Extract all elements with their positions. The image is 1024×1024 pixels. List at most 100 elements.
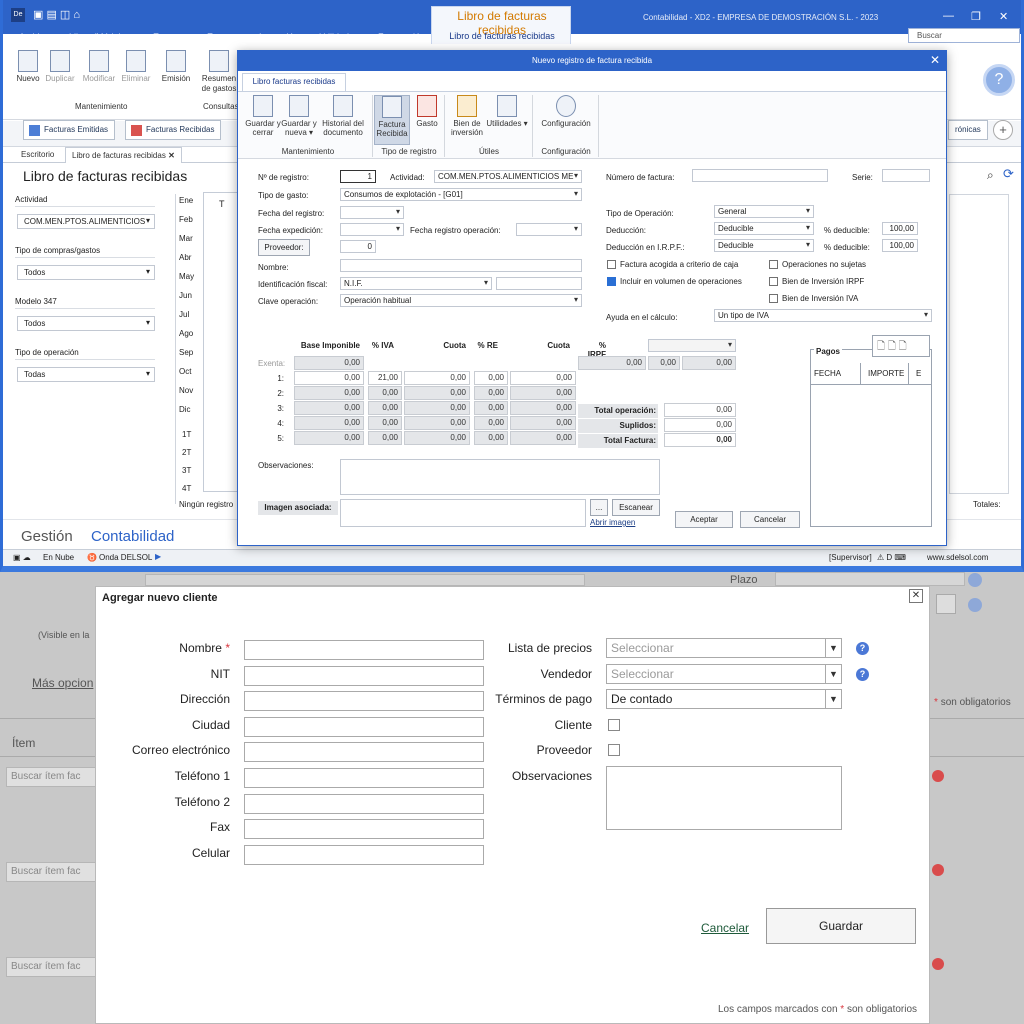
tax-cell[interactable]: 0,00	[368, 416, 402, 430]
month-item[interactable]: Feb	[179, 215, 193, 224]
eliminar-button[interactable]: Eliminar	[121, 50, 151, 84]
client-field-input[interactable]	[244, 640, 484, 660]
facturas-emitidas-button[interactable]: Facturas Emitidas	[23, 120, 116, 140]
menu-libros[interactable]: Libros/Módulos	[69, 32, 130, 42]
clave-select[interactable]: Operación habitual	[340, 294, 582, 307]
tax-cell[interactable]: 0,00	[404, 401, 470, 415]
fecha-reg-op-input[interactable]	[516, 223, 582, 236]
deduccion-irpf-select[interactable]: Deducible	[714, 239, 814, 252]
month-item[interactable]: Jul	[179, 310, 189, 319]
gasto-button[interactable]: Gasto	[412, 95, 442, 128]
nombre-input[interactable]	[340, 259, 582, 272]
tax-cell[interactable]: 0,00	[510, 401, 576, 415]
tax-cell[interactable]: 0,00	[368, 401, 402, 415]
quarter-item[interactable]: 4T	[182, 484, 191, 493]
tax-cell[interactable]: 0,00	[510, 371, 576, 385]
menu-facturacion[interactable]: Facturación	[378, 32, 425, 42]
help-icon[interactable]: ?	[983, 64, 1015, 96]
minimize-icon[interactable]: —	[943, 10, 954, 22]
menu-entorno[interactable]: Entorno	[207, 32, 239, 42]
module-contabilidad[interactable]: Contabilidad	[91, 528, 174, 545]
tax-cell[interactable]: 0,00	[294, 386, 364, 400]
tax-cell[interactable]: 0,00	[510, 416, 576, 430]
tax-cell[interactable]: 0,00	[474, 416, 508, 430]
observaciones-textarea[interactable]	[606, 766, 842, 830]
quarter-item[interactable]: 3T	[182, 466, 191, 475]
client-field-input[interactable]	[244, 793, 484, 814]
imagen-field[interactable]	[340, 499, 586, 527]
client-field-input[interactable]	[244, 742, 484, 763]
filter-actividad-select[interactable]: COM.MEN.PTOS.ALIMENTICIOS	[17, 214, 155, 229]
volumen-operaciones-checkbox[interactable]	[607, 277, 616, 286]
modal-tab[interactable]: Libro facturas recibidas	[242, 73, 346, 91]
fecha-registro-input[interactable]	[340, 206, 404, 219]
close-tab-icon[interactable]: ✕	[168, 151, 175, 160]
quarter-item[interactable]: 2T	[182, 448, 191, 457]
add-doc-icon[interactable]: 🗋	[877, 341, 885, 352]
month-item[interactable]: May	[179, 272, 194, 281]
electronicas-button[interactable]: rónicas	[948, 120, 988, 140]
irpf-base[interactable]: 0,00	[578, 356, 646, 370]
menu-utilidades[interactable]: Utilidades	[319, 32, 359, 42]
bien-inversion-button[interactable]: Bien de inversión	[446, 95, 488, 137]
tax-cell[interactable]: 0,00	[294, 371, 364, 385]
tab-libro-facturas[interactable]: Libro de facturas recibidas ✕	[65, 147, 182, 163]
factura-recibida-button[interactable]: Factura Recibida	[374, 95, 410, 145]
month-item[interactable]: Nov	[179, 386, 193, 395]
month-item[interactable]: Abr	[179, 253, 191, 262]
delete-doc-icon[interactable]: 🗋	[899, 341, 907, 352]
tax-cell[interactable]: 0,00	[474, 386, 508, 400]
tax-cell[interactable]: 0,00	[294, 431, 364, 445]
inversion-irpf-checkbox[interactable]	[769, 277, 778, 286]
month-item[interactable]: Oct	[179, 367, 191, 376]
client-field-input[interactable]	[244, 768, 484, 788]
irpf-pct[interactable]: 0,00	[648, 356, 680, 370]
status-onda[interactable]: Onda DELSOL	[99, 553, 152, 562]
month-item[interactable]: Mar	[179, 234, 193, 243]
utilidades-button[interactable]: Utilidades ▾	[486, 95, 528, 128]
client-field-input[interactable]	[244, 819, 484, 840]
filter-modelo347-select[interactable]: Todos	[17, 316, 155, 331]
historial-button[interactable]: Historial del documento	[318, 95, 368, 137]
irpf-select[interactable]	[648, 339, 736, 352]
vendedor-select[interactable]: Seleccionar ▼	[606, 664, 842, 684]
lista-precios-select[interactable]: Seleccionar ▼	[606, 638, 842, 658]
browse-button[interactable]: ...	[590, 499, 608, 516]
facturas-recibidas-button[interactable]: Facturas Recibidas	[125, 120, 222, 140]
add-icon[interactable]: +	[993, 120, 1013, 140]
tax-cell[interactable]: 0,00	[404, 431, 470, 445]
help-icon[interactable]: ?	[856, 668, 869, 681]
filter-tipo-compras-select[interactable]: Todos	[17, 265, 155, 280]
modal-close-icon[interactable]: ✕	[930, 51, 940, 69]
menu-impresion[interactable]: Impresión	[259, 32, 299, 42]
tax-cell[interactable]: 0,00	[474, 431, 508, 445]
refresh-icon[interactable]: ⟳	[1003, 166, 1014, 182]
actividad-select[interactable]: COM.MEN.PTOS.ALIMENTICIOS ME	[434, 170, 582, 183]
tax-cell[interactable]: 0,00	[404, 416, 470, 430]
play-icon[interactable]: ▶	[155, 552, 161, 561]
month-item[interactable]: Ago	[179, 329, 193, 338]
deduccion-select[interactable]: Deducible	[714, 222, 814, 235]
no-sujetas-checkbox[interactable]	[769, 260, 778, 269]
menu-archivo[interactable]: Archivo	[19, 32, 49, 42]
num-factura-input[interactable]	[692, 169, 828, 182]
client-field-input[interactable]	[244, 844, 484, 865]
month-item[interactable]: Ene	[179, 196, 193, 205]
search-icon[interactable]: ⌕	[987, 168, 994, 183]
tax-cell[interactable]: 0,00	[510, 431, 576, 445]
tax-cell[interactable]: 0,00	[294, 401, 364, 415]
guardar-nueva-button[interactable]: Guardar y nueva ▾	[278, 95, 320, 137]
tax-cell[interactable]: 0,00	[404, 386, 470, 400]
ayuda-select[interactable]: Un tipo de IVA	[714, 309, 932, 322]
close-icon[interactable]: ✕	[999, 10, 1008, 23]
guardar-button[interactable]: Guardar	[766, 908, 916, 944]
criterio-caja-checkbox[interactable]	[607, 260, 616, 269]
context-tab[interactable]: Libro de facturas recibidas Libro de fac…	[431, 6, 571, 44]
exenta-input[interactable]: 0,00	[294, 356, 364, 370]
aceptar-button[interactable]: Aceptar	[675, 511, 733, 528]
proveedor-input[interactable]: 0	[340, 240, 376, 253]
month-item[interactable]: Jun	[179, 291, 192, 300]
tax-cell[interactable]: 0,00	[368, 386, 402, 400]
observaciones-textarea[interactable]	[340, 459, 660, 495]
module-gestion[interactable]: Gestión	[21, 528, 73, 545]
